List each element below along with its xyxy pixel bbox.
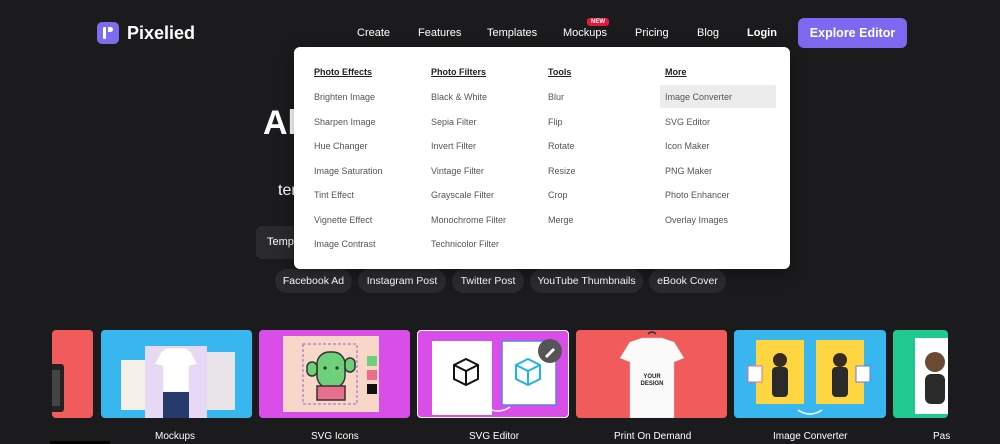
carousel-card-image-converter[interactable] xyxy=(734,330,886,418)
carousel-label-svg-icons: SVG Icons xyxy=(311,431,359,442)
nav-features[interactable]: Features xyxy=(418,27,461,39)
menu-heading-photo-effects: Photo Effects xyxy=(314,67,373,77)
tablet-mockup-icon xyxy=(52,364,64,412)
tshirt-text-line-1: YOUR xyxy=(643,374,661,380)
carousel-label-image-converter: Image Converter xyxy=(773,431,848,442)
carousel-card-partial-left[interactable] xyxy=(52,330,93,418)
menu-item-sepia-filter[interactable]: Sepia Filter xyxy=(431,117,477,127)
menu-heading-photo-filters: Photo Filters xyxy=(431,67,487,77)
template-search-text: Templ xyxy=(267,236,297,248)
create-dropdown-menu: Photo Effects Brighten Image Sharpen Ima… xyxy=(294,47,790,269)
carousel-card-svg-editor[interactable] xyxy=(417,330,569,418)
menu-item-image-contrast[interactable]: Image Contrast xyxy=(314,239,376,249)
menu-item-image-saturation[interactable]: Image Saturation xyxy=(314,166,383,176)
chip-ebook-cover[interactable]: eBook Cover xyxy=(649,269,726,293)
nav-login[interactable]: Login xyxy=(747,27,777,39)
menu-item-sharpen-image[interactable]: Sharpen Image xyxy=(314,117,376,127)
carousel-label-print-on-demand: Print On Demand xyxy=(614,431,692,442)
new-badge: NEW xyxy=(587,18,609,26)
nav-create[interactable]: Create xyxy=(357,27,390,39)
image-converter-icon xyxy=(747,340,871,415)
menu-item-vintage-filter[interactable]: Vintage Filter xyxy=(431,166,484,176)
menu-item-overlay-images[interactable]: Overlay Images xyxy=(665,215,728,225)
menu-item-icon-maker[interactable]: Icon Maker xyxy=(665,141,710,151)
nav-pricing[interactable]: Pricing xyxy=(635,27,669,39)
menu-item-resize[interactable]: Resize xyxy=(548,166,576,176)
chip-facebook-ad[interactable]: Facebook Ad xyxy=(275,269,352,293)
cube-svg-icon xyxy=(432,339,562,415)
carousel-label-svg-editor: SVG Editor xyxy=(469,431,520,442)
hero-title: Al xyxy=(263,104,297,142)
carousel-card-svg-icons[interactable] xyxy=(259,330,410,418)
menu-item-merge[interactable]: Merge xyxy=(548,215,574,225)
portrait-photo-icon xyxy=(915,338,948,414)
menu-item-png-maker[interactable]: PNG Maker xyxy=(665,166,712,176)
nav-templates[interactable]: Templates xyxy=(487,27,537,39)
menu-item-blur[interactable]: Blur xyxy=(548,92,564,102)
carousel-card-print-on-demand[interactable]: YOUR DESIGN xyxy=(576,330,727,418)
tshirt-text-line-2: DESIGN xyxy=(640,381,663,387)
menu-item-tint-effect[interactable]: Tint Effect xyxy=(314,190,354,200)
menu-item-technicolor-filter[interactable]: Technicolor Filter xyxy=(431,239,499,249)
cactus-icon xyxy=(283,336,379,412)
menu-item-black-white[interactable]: Black & White xyxy=(431,92,487,102)
carousel-card-partial-right[interactable] xyxy=(893,330,948,418)
chip-instagram-post[interactable]: Instagram Post xyxy=(358,269,446,293)
quick-chips: Facebook Ad Instagram Post Twitter Post … xyxy=(0,269,1000,293)
menu-item-svg-editor[interactable]: SVG Editor xyxy=(665,117,710,127)
carousel-label-partial: Pas xyxy=(933,431,951,442)
menu-item-image-converter[interactable]: Image Converter xyxy=(665,92,732,102)
chip-twitter-post[interactable]: Twitter Post xyxy=(452,269,524,293)
menu-item-flip[interactable]: Flip xyxy=(548,117,563,127)
carousel-label-mockups: Mockups xyxy=(155,431,196,442)
menu-item-vignette-effect[interactable]: Vignette Effect xyxy=(314,215,372,225)
menu-item-hue-changer[interactable]: Hue Changer xyxy=(314,141,368,151)
chip-youtube-thumbnails[interactable]: YouTube Thumbnails xyxy=(530,269,643,293)
menu-heading-more: More xyxy=(665,67,687,77)
explore-editor-button[interactable]: Explore Editor xyxy=(798,18,907,48)
tshirt-icon: YOUR DESIGN xyxy=(619,331,685,418)
carousel-card-mockups[interactable] xyxy=(101,330,252,418)
menu-item-monochrome-filter[interactable]: Monochrome Filter xyxy=(431,215,506,225)
menu-item-invert-filter[interactable]: Invert Filter xyxy=(431,141,476,151)
menu-item-photo-enhancer[interactable]: Photo Enhancer xyxy=(665,190,730,200)
tshirt-mockup-icon xyxy=(121,346,235,418)
menu-item-grayscale-filter[interactable]: Grayscale Filter xyxy=(431,190,494,200)
nav-mockups[interactable]: Mockups xyxy=(563,27,607,39)
nav-blog[interactable]: Blog xyxy=(697,27,719,39)
menu-item-brighten-image[interactable]: Brighten Image xyxy=(314,92,375,102)
menu-item-crop[interactable]: Crop xyxy=(548,190,568,200)
menu-heading-tools: Tools xyxy=(548,67,572,77)
menu-item-rotate[interactable]: Rotate xyxy=(548,141,575,151)
